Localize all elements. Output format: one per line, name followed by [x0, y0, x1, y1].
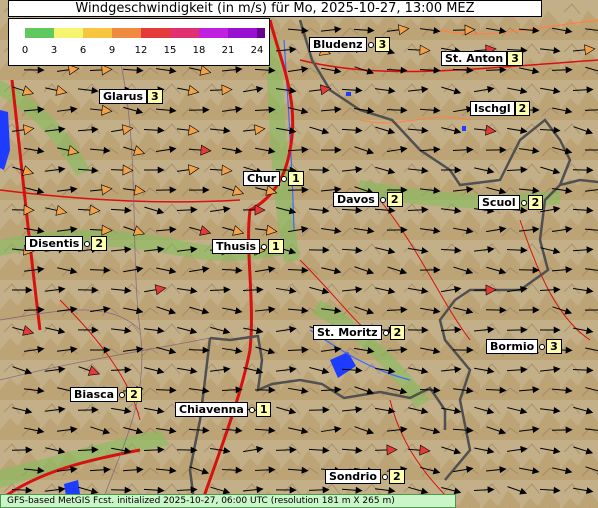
place-bormio[interactable]: Bormio 3	[486, 339, 562, 354]
wind-value: 2	[514, 101, 531, 116]
wind-legend: 0 3 6 9 12 15 18 21 24	[8, 18, 270, 66]
place-name: Bormio	[486, 339, 539, 354]
wind-value: 3	[147, 89, 163, 104]
place-bludenz[interactable]: Bludenz 3	[309, 37, 391, 52]
wind-value: 3	[546, 339, 562, 354]
legend-segment	[25, 28, 55, 38]
place-dot	[367, 41, 374, 48]
place-name: Scuol	[478, 195, 520, 210]
legend-tick: 9	[108, 45, 116, 56]
place-name: Chur	[243, 171, 281, 186]
terrain-layer	[0, 0, 598, 508]
wind-value: 2	[126, 387, 142, 402]
legend-segment	[112, 28, 142, 38]
place-st-anton[interactable]: St. Anton 3	[441, 51, 523, 66]
place-name: St. Moritz	[313, 325, 382, 340]
legend-tick: 21	[221, 45, 235, 56]
legend-tick: 0	[21, 45, 29, 56]
place-dot	[520, 199, 527, 206]
place-chur[interactable]: Chur 1	[243, 171, 304, 186]
wind-value: 3	[374, 37, 391, 52]
place-name: Bludenz	[309, 37, 367, 52]
legend-tick: 6	[79, 45, 87, 56]
legend-segment	[228, 28, 258, 38]
wind-value: 1	[288, 171, 304, 186]
legend-tick: 15	[163, 45, 177, 56]
place-name: Thusis	[212, 239, 261, 254]
place-scuol[interactable]: Scuol 2	[478, 195, 544, 210]
place-name: Sondrio	[325, 469, 381, 484]
place-name: St. Anton	[441, 51, 508, 66]
place-name: Ischgl	[470, 101, 515, 116]
legend-segment	[141, 28, 171, 38]
place-dot	[382, 329, 389, 336]
wind-value: 2	[91, 236, 107, 251]
place-thusis[interactable]: Thusis 1	[212, 239, 284, 254]
legend-tick: 18	[192, 45, 206, 56]
forecast-footer: GFS-based MetGIS Fcst. initialized 2025-…	[0, 494, 456, 508]
wind-value: 3	[507, 51, 523, 66]
place-name: Davos	[333, 192, 379, 207]
place-name: Biasca	[70, 387, 119, 402]
legend-tick: 24	[250, 45, 264, 56]
map-title: Windgeschwindigkeit (in m/s) für Mo, 202…	[8, 0, 542, 17]
place-name: Disentis	[25, 236, 84, 251]
place-dot	[281, 175, 288, 182]
legend-segment	[257, 28, 265, 38]
legend-tick: 12	[134, 45, 148, 56]
wind-value: 1	[255, 402, 272, 417]
place-disentis[interactable]: Disentis 2	[25, 236, 107, 251]
wind-value: 1	[268, 239, 284, 254]
place-name: Glarus	[99, 89, 148, 104]
place-name: Chiavenna	[175, 402, 248, 417]
wind-map: Windgeschwindigkeit (in m/s) für Mo, 202…	[0, 0, 598, 508]
place-dot	[539, 343, 546, 350]
place-st-moritz[interactable]: St. Moritz 2	[313, 325, 406, 340]
legend-color-bar	[25, 28, 265, 38]
wind-value: 2	[389, 325, 406, 340]
legend-segment	[199, 28, 229, 38]
place-ischgl[interactable]: Ischgl 2	[470, 101, 531, 116]
wind-value: 2	[386, 192, 403, 207]
place-davos[interactable]: Davos 2	[333, 192, 403, 207]
place-chiavenna[interactable]: Chiavenna 1	[175, 402, 272, 417]
place-dot	[248, 406, 255, 413]
place-glarus[interactable]: Glarus 3	[99, 89, 163, 104]
legend-segment	[54, 28, 84, 38]
place-dot	[119, 391, 126, 398]
place-dot	[261, 243, 268, 250]
wind-value: 2	[388, 469, 405, 484]
legend-segment	[83, 28, 113, 38]
legend-tick: 3	[50, 45, 58, 56]
place-biasca[interactable]: Biasca 2	[70, 387, 142, 402]
place-dot	[379, 196, 386, 203]
wind-value: 2	[527, 195, 544, 210]
place-dot	[381, 473, 388, 480]
legend-segment	[170, 28, 200, 38]
place-sondrio[interactable]: Sondrio 2	[325, 469, 405, 484]
place-dot	[84, 240, 91, 247]
